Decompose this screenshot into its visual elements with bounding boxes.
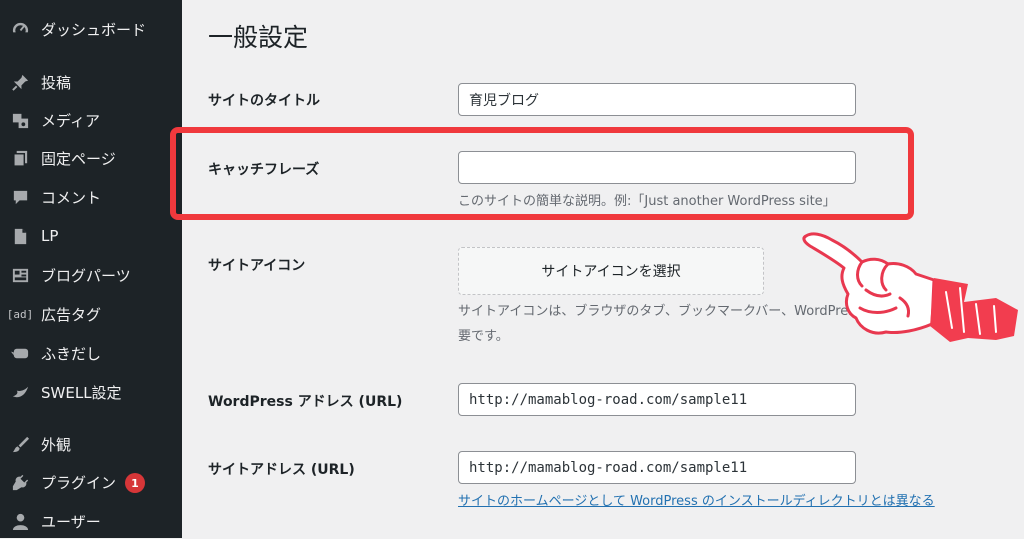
menu-item-swell-settings[interactable]: SWELL設定 bbox=[0, 374, 182, 410]
site-address-value: http://mamablog-road.com/sample11 bbox=[469, 459, 748, 476]
update-count-badge: 1 bbox=[125, 473, 145, 493]
menu-item-plugins[interactable]: プラグイン 1 bbox=[0, 464, 182, 500]
menu-label-users: ユーザー bbox=[41, 512, 101, 531]
menu-item-blog-parts[interactable]: ブログパーツ bbox=[0, 257, 182, 293]
comment-icon bbox=[10, 187, 30, 207]
site-title-value: 育児ブログ bbox=[469, 92, 539, 109]
plugin-icon bbox=[10, 472, 30, 492]
menu-item-lp[interactable]: LP bbox=[0, 218, 182, 254]
wordpress-address-input[interactable]: http://mamablog-road.com/sample11 bbox=[458, 383, 856, 416]
menu-label-media: メディア bbox=[41, 111, 100, 130]
pin-icon bbox=[10, 72, 30, 92]
settings-main: 一般設定 サイトのタイトル 育児ブログ キャッチフレーズ このサイトの簡単な説明… bbox=[182, 0, 1024, 538]
menu-item-dashboard[interactable]: ダッシュボード bbox=[0, 11, 182, 47]
site-address-input[interactable]: http://mamablog-road.com/sample11 bbox=[458, 451, 856, 484]
tagline-input[interactable] bbox=[458, 151, 856, 184]
menu-item-users[interactable]: ユーザー bbox=[0, 503, 182, 539]
menu-item-media[interactable]: メディア bbox=[0, 102, 182, 138]
menu-label-speech-bubble: ふきだし bbox=[41, 344, 102, 363]
site-address-label: サイトアドレス (URL) bbox=[208, 462, 355, 478]
menu-item-comments[interactable]: コメント bbox=[0, 179, 182, 215]
menu-item-posts[interactable]: 投稿 bbox=[0, 64, 182, 100]
menu-label-comments: コメント bbox=[41, 188, 102, 207]
user-icon bbox=[10, 511, 30, 531]
site-address-help-link[interactable]: サイトのホームページとして WordPress のインストールディレクトリとは異… bbox=[458, 490, 935, 509]
dashboard-icon bbox=[10, 19, 30, 39]
swell-icon bbox=[10, 382, 30, 402]
site-icon-description-line1: サイトアイコンは、ブラウザのタブ、ブックマークバー、WordPress モバイル… bbox=[458, 304, 931, 319]
menu-label-blog-parts: ブログパーツ bbox=[41, 266, 131, 285]
select-site-icon-button[interactable]: サイトアイコンを選択 bbox=[458, 247, 764, 295]
admin-sidebar: ダッシュボード 投稿 メディア 固定ページ コメント LP ブログパーツ [ad… bbox=[0, 0, 182, 538]
layout-icon bbox=[10, 265, 30, 285]
menu-item-pages[interactable]: 固定ページ bbox=[0, 140, 182, 176]
menu-label-appearance: 外観 bbox=[41, 435, 72, 454]
page-title: 一般設定 bbox=[208, 23, 309, 52]
site-icon-label: サイトアイコン bbox=[208, 258, 306, 274]
menu-label-ad-tags: 広告タグ bbox=[41, 305, 102, 324]
document-icon bbox=[10, 226, 30, 246]
ad-icon: [ad] bbox=[6, 307, 34, 321]
media-icon bbox=[10, 110, 30, 130]
menu-item-ad-tags[interactable]: [ad] 広告タグ bbox=[0, 296, 182, 332]
wordpress-address-value: http://mamablog-road.com/sample11 bbox=[469, 391, 748, 408]
brush-icon bbox=[10, 434, 30, 454]
page-icon bbox=[10, 148, 30, 168]
menu-item-speech-bubble[interactable]: ふきだし bbox=[0, 335, 182, 371]
speech-bubble-icon bbox=[10, 343, 30, 363]
site-title-input[interactable]: 育児ブログ bbox=[458, 83, 856, 116]
menu-label-plugins: プラグイン bbox=[41, 473, 117, 492]
menu-label-lp: LP bbox=[41, 227, 59, 245]
menu-label-swell-settings: SWELL設定 bbox=[41, 383, 122, 402]
menu-label-pages: 固定ページ bbox=[41, 149, 116, 168]
menu-item-appearance[interactable]: 外観 bbox=[0, 426, 182, 462]
site-title-label: サイトのタイトル bbox=[208, 93, 320, 109]
tagline-description: このサイトの簡単な説明。例:「Just another WordPress si… bbox=[458, 194, 836, 209]
tagline-label: キャッチフレーズ bbox=[208, 162, 320, 178]
menu-label-posts: 投稿 bbox=[41, 73, 72, 92]
menu-label-dashboard: ダッシュボード bbox=[41, 20, 147, 39]
site-icon-description-line2: 要です。 bbox=[458, 329, 509, 344]
wordpress-address-label: WordPress アドレス (URL) bbox=[208, 394, 403, 410]
